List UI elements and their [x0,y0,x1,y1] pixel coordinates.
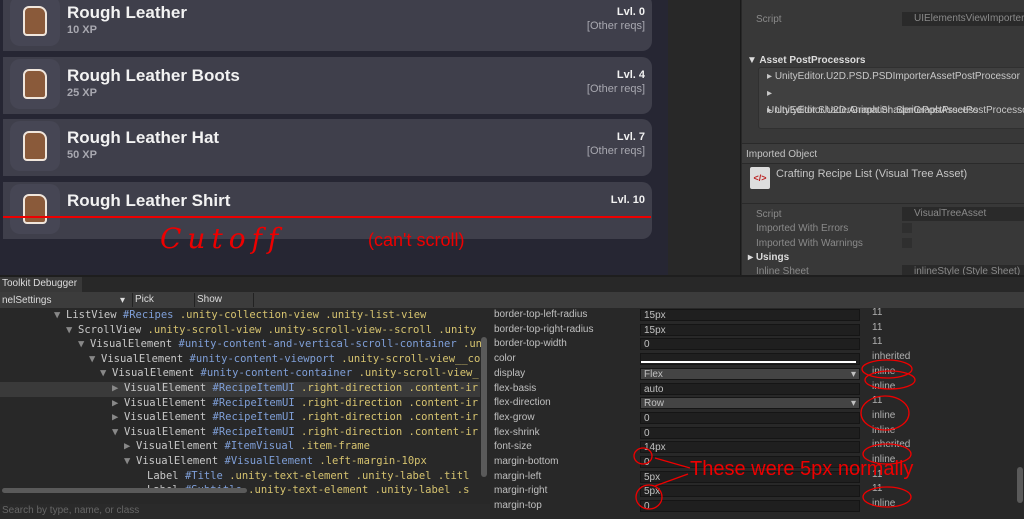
annotation-overlay [633,359,916,510]
margin-annotation: These were 5px normally [690,458,914,480]
